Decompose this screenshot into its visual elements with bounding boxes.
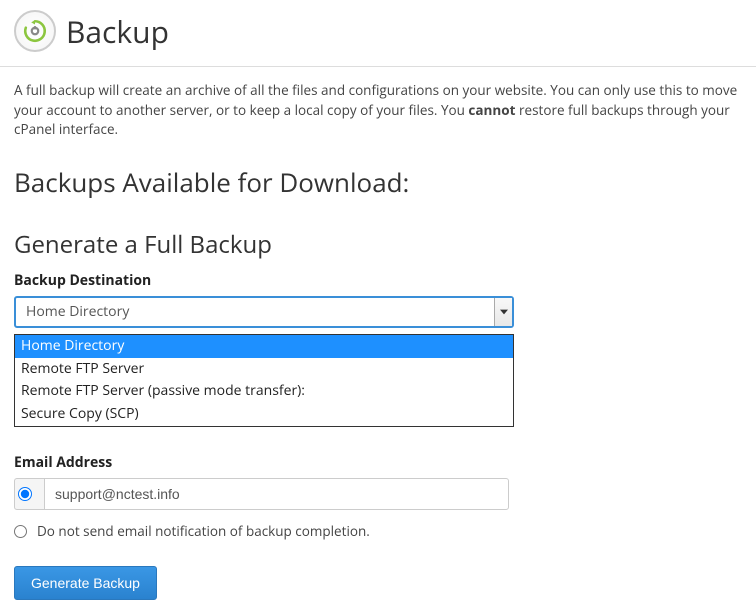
send-email-radio[interactable] xyxy=(18,487,32,501)
no-email-radio[interactable] xyxy=(14,525,27,538)
content-area: A full backup will create an archive of … xyxy=(0,67,756,614)
option-secure-copy[interactable]: Secure Copy (SCP) xyxy=(15,403,513,426)
chevron-down-icon[interactable] xyxy=(494,298,512,326)
email-input[interactable] xyxy=(44,478,509,510)
select-current-value: Home Directory xyxy=(26,302,129,321)
option-remote-ftp-passive[interactable]: Remote FTP Server (passive mode transfer… xyxy=(15,380,513,403)
intro-bold: cannot xyxy=(468,101,515,119)
page-header: Backup xyxy=(0,0,756,67)
page-title: Backup xyxy=(66,11,169,52)
select-value-display[interactable]: Home Directory xyxy=(14,296,514,328)
generate-full-backup-heading: Generate a Full Backup xyxy=(14,228,742,261)
backup-destination-dropdown: Home Directory Remote FTP Server Remote … xyxy=(14,334,514,428)
generate-backup-button[interactable]: Generate Backup xyxy=(14,566,157,600)
backup-destination-label: Backup Destination xyxy=(14,271,742,290)
backups-available-heading: Backups Available for Download: xyxy=(14,164,742,200)
email-section: Email Address Do not send email notifica… xyxy=(14,453,742,600)
backup-destination-select[interactable]: Home Directory xyxy=(14,296,514,328)
option-remote-ftp[interactable]: Remote FTP Server xyxy=(15,358,513,381)
email-radio-addon xyxy=(14,478,44,510)
option-home-directory[interactable]: Home Directory xyxy=(15,335,513,358)
intro-text: A full backup will create an archive of … xyxy=(14,81,742,140)
backup-icon xyxy=(14,10,56,52)
email-address-label: Email Address xyxy=(14,453,742,472)
email-send-row xyxy=(14,478,742,510)
